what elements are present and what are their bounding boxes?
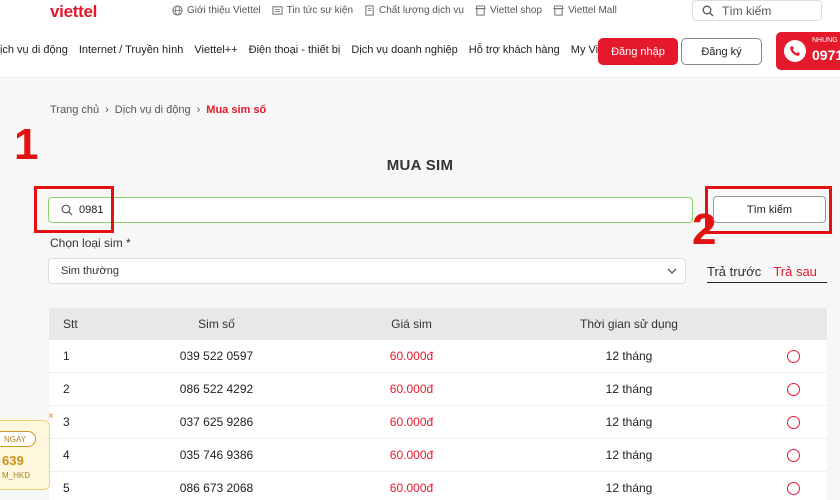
top-link-viettel-mall[interactable]: Viettel Mall <box>553 5 617 16</box>
breadcrumb-current: Mua sim số <box>206 104 267 116</box>
row-duration: 12 tháng <box>605 481 653 495</box>
payment-tabs: Trả trước Trả sau <box>707 264 817 282</box>
promo-widget[interactable]: NGAY 639 M_HKD <box>0 420 50 490</box>
highlight-box-search <box>34 186 114 233</box>
nav-item-internet[interactable]: Internet / Truyền hình <box>79 44 184 56</box>
viettel-logo[interactable]: viettel <box>50 2 97 22</box>
table-row[interactable]: 2 086 522 4292 60.000đ 12 tháng <box>49 373 827 406</box>
sim-type-label: Chọn loại sim * <box>50 236 131 250</box>
row-sim-number: 037 625 9286 <box>179 415 254 429</box>
top-link-label: Tin tức sự kiện <box>286 5 354 16</box>
nav-items: Dịch vụ di động Internet / Truyền hình V… <box>0 44 619 56</box>
row-price: 60.000đ <box>389 382 434 396</box>
close-icon[interactable]: × <box>48 411 54 422</box>
nav-item-viettel-plus[interactable]: Viettel++ <box>194 44 237 56</box>
promo-number: 639 <box>2 453 24 468</box>
tabs-underline <box>707 282 827 283</box>
top-link-viettel-shop[interactable]: Viettel shop <box>475 5 542 16</box>
row-sim-number: 086 522 4292 <box>179 382 254 396</box>
hotline-label: NHUNG <box>812 37 838 44</box>
header-sim-number: Sim số <box>198 317 235 331</box>
select-radio[interactable] <box>786 415 800 429</box>
main-nav: Dịch vụ di động Internet / Truyền hình V… <box>0 24 840 78</box>
top-bar: viettel Giới thiệu Viettel Tin tức sự ki… <box>0 0 840 24</box>
sim-table: Stt Sim số Giá sim Thời gian sử dụng 1 0… <box>49 308 827 500</box>
top-link-label: Viettel shop <box>489 5 543 16</box>
table-row[interactable]: 3 037 625 9286 60.000đ 12 tháng <box>49 406 827 439</box>
nav-item-ho-tro[interactable]: Hỗ trợ khách hàng <box>469 44 560 56</box>
step-1-annotation: 1 <box>14 120 39 169</box>
login-button[interactable]: Đăng nhập <box>598 38 678 65</box>
table-row[interactable]: 4 035 746 9386 60.000đ 12 tháng <box>49 439 827 472</box>
promo-pill[interactable]: NGAY <box>0 431 36 447</box>
select-radio[interactable] <box>786 349 800 363</box>
top-links: Giới thiệu Viettel Tin tức sự kiện Chất … <box>172 5 617 16</box>
sim-type-select[interactable]: Sim thường <box>48 258 686 284</box>
tab-prepaid[interactable]: Trả trước <box>707 264 761 282</box>
row-duration: 12 tháng <box>605 349 653 363</box>
top-search-input[interactable]: Tìm kiếm <box>692 0 822 21</box>
breadcrumb: Trang chủ › Dịch vụ di động › Mua sim số <box>50 104 266 116</box>
promo-code: M_HKD <box>2 471 31 480</box>
row-stt: 5 <box>63 481 70 495</box>
row-price: 60.000đ <box>389 415 434 429</box>
shop-icon <box>553 5 564 16</box>
select-radio[interactable] <box>786 382 800 396</box>
row-duration: 12 tháng <box>605 448 653 462</box>
breadcrumb-mobile-services[interactable]: Dịch vụ di động <box>115 104 191 116</box>
row-sim-number: 035 746 9386 <box>179 448 254 462</box>
nav-item-doanh-nghiep[interactable]: Dịch vụ doanh nghiệp <box>351 44 457 56</box>
hotline-box[interactable]: NHUNG 0971 <box>776 32 840 70</box>
register-button[interactable]: Đăng ký <box>681 38 762 65</box>
header-duration: Thời gian sử dụng <box>580 317 678 331</box>
header-stt: Stt <box>63 317 78 331</box>
select-radio[interactable] <box>786 448 800 462</box>
row-stt: 3 <box>63 415 70 429</box>
top-link-label: Chất lượng dịch vụ <box>379 5 464 16</box>
row-sim-number: 039 522 0597 <box>179 349 254 363</box>
row-duration: 12 tháng <box>605 415 653 429</box>
page-title: MUA SIM <box>386 157 454 174</box>
top-link-label: Viettel Mall <box>568 5 617 16</box>
header-price: Giá sim <box>391 317 432 331</box>
row-duration: 12 tháng <box>605 382 653 396</box>
row-sim-number: 086 673 2068 <box>179 481 254 495</box>
top-link-label: Giới thiệu Viettel <box>187 5 261 16</box>
nav-item-dich-vu-di-dong[interactable]: Dịch vụ di động <box>0 44 68 56</box>
top-search-placeholder: Tìm kiếm <box>722 3 772 18</box>
shop-icon <box>475 5 486 16</box>
row-stt: 2 <box>63 382 70 396</box>
tab-postpaid[interactable]: Trả sau <box>773 264 817 282</box>
row-stt: 4 <box>63 448 70 462</box>
sim-type-selected: Sim thường <box>61 265 119 277</box>
table-row[interactable]: 1 039 522 0597 60.000đ 12 tháng <box>49 340 827 373</box>
row-price: 60.000đ <box>389 448 434 462</box>
row-price: 60.000đ <box>389 481 434 495</box>
table-header: Stt Sim số Giá sim Thời gian sử dụng <box>49 308 827 340</box>
top-link-chat-luong[interactable]: Chất lượng dịch vụ <box>364 5 464 16</box>
highlight-box-button <box>705 186 832 234</box>
top-link-gioi-thieu[interactable]: Giới thiệu Viettel <box>172 5 261 16</box>
top-link-tin-tuc[interactable]: Tin tức sự kiện <box>272 5 353 16</box>
doc-icon <box>365 5 374 16</box>
chevron-right-icon: › <box>105 104 109 116</box>
hotline-number: 0971 <box>812 47 840 63</box>
phone-icon <box>784 40 806 62</box>
sim-search-input[interactable]: 0981 <box>48 197 693 223</box>
chevron-right-icon: › <box>196 104 201 116</box>
table-row[interactable]: 5 086 673 2068 60.000đ 12 tháng <box>49 472 827 500</box>
chevron-down-icon <box>667 268 677 274</box>
breadcrumb-home[interactable]: Trang chủ <box>50 104 99 116</box>
row-price: 60.000đ <box>389 349 434 363</box>
select-radio[interactable] <box>786 481 800 495</box>
row-stt: 1 <box>63 349 70 363</box>
search-icon <box>702 5 714 16</box>
nav-item-dien-thoai[interactable]: Điện thoại - thiết bị <box>249 44 341 56</box>
globe-icon <box>172 5 183 16</box>
news-icon <box>272 6 283 15</box>
